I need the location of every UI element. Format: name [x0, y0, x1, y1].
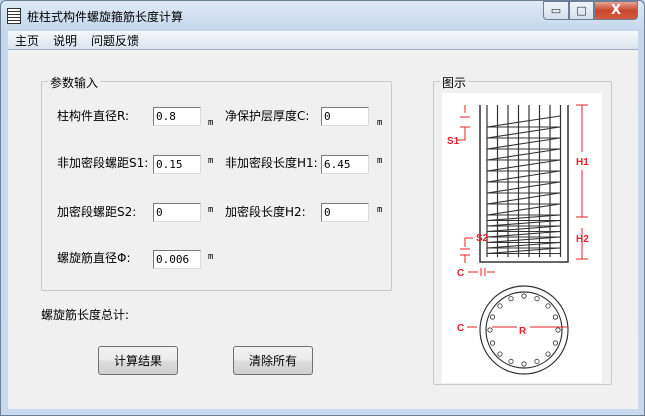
label-s1: 非加密段螺距S1:	[57, 156, 149, 170]
params-group-label: 参数输入	[48, 74, 101, 91]
label-h1: 非加密段长度H1:	[225, 156, 318, 170]
rebar-dot	[497, 351, 503, 357]
s2-input[interactable]: 0	[153, 203, 201, 222]
rebar-diagram-svg: S1 S2 H1 H2 C C R	[447, 104, 589, 375]
column-outline	[479, 105, 569, 263]
rebar-dot	[534, 358, 540, 365]
c-label: C	[457, 268, 464, 279]
label-s2: 加密段螺距S2:	[57, 205, 137, 219]
title-bar: 桩柱式构件螺旋箍筋长度计算	[7, 3, 183, 29]
unit: m	[208, 252, 214, 262]
label-bar-diameter: 螺旋筋直径Φ:	[57, 251, 131, 265]
s2-label: S2	[476, 233, 489, 244]
unit: m	[377, 156, 383, 166]
window-title: 桩柱式构件螺旋箍筋长度计算	[27, 9, 184, 24]
maximize-button[interactable]: □	[569, 1, 594, 20]
app-icon	[7, 8, 21, 24]
close-button[interactable]: X	[594, 1, 638, 20]
rebar-dot	[552, 314, 559, 320]
total-length-label: 螺旋筋长度总计:	[41, 308, 130, 322]
menu-bar: 主页 说明 问题反馈	[8, 31, 638, 50]
r-label: R	[519, 326, 527, 337]
s1-label: S1	[447, 136, 460, 147]
menu-home[interactable]: 主页	[8, 32, 46, 49]
h1-input[interactable]: 6.45	[321, 155, 369, 174]
client-area: 参数输入 柱构件直径R: 0.8 m 净保护层厚度C: 0 m 非加密段螺距S1…	[8, 50, 638, 409]
diagram-group: 图示 S1 S2 H1 H2 C C R	[433, 74, 612, 385]
rebar-dot	[534, 295, 540, 302]
rebar-dot	[555, 327, 561, 333]
rebar-dot	[545, 351, 551, 357]
minimize-button[interactable]: ▭	[543, 1, 569, 20]
rebar-dot	[545, 303, 551, 309]
column-diagram: S1 S2 H1 H2 C C R	[442, 93, 602, 383]
s1-input[interactable]: 0.15	[153, 155, 201, 174]
rebar-dot	[552, 340, 559, 346]
unit: m	[208, 156, 214, 166]
clear-all-button[interactable]: 清除所有	[233, 346, 313, 375]
label-h2: 加密段长度H2:	[225, 205, 306, 219]
rebar-dot	[489, 340, 496, 346]
diagram-group-label: 图示	[440, 74, 469, 91]
app-window: 桩柱式构件螺旋箍筋长度计算 ▭ □ X 主页 说明 问题反馈 参数输入 柱构件直…	[0, 0, 645, 416]
unit: m	[377, 118, 383, 128]
unit: m	[208, 205, 214, 215]
rebar-dot	[508, 358, 514, 365]
rebar-dot	[489, 314, 496, 320]
menu-help[interactable]: 说明	[46, 32, 84, 49]
diameter-input[interactable]: 0.8	[153, 107, 201, 126]
menu-feedback[interactable]: 问题反馈	[84, 32, 146, 49]
label-diameter: 柱构件直径R:	[57, 109, 130, 123]
rebar-dot	[521, 361, 527, 367]
label-cover: 净保护层厚度C:	[225, 109, 310, 123]
rebar-dot	[497, 303, 503, 309]
calculate-button[interactable]: 计算结果	[98, 346, 178, 375]
rebar-dot	[508, 295, 514, 302]
bar-diameter-input[interactable]: 0.006	[153, 250, 201, 269]
h2-label: H2	[576, 234, 589, 245]
h2-input[interactable]: 0	[321, 203, 369, 222]
cover-input[interactable]: 0	[321, 107, 369, 126]
unit: m	[377, 205, 383, 215]
c-label-2: C	[457, 323, 464, 334]
h1-label: H1	[576, 157, 589, 168]
unit: m	[208, 118, 214, 128]
rebar-dot	[487, 327, 493, 333]
rebar-dot	[521, 293, 527, 299]
